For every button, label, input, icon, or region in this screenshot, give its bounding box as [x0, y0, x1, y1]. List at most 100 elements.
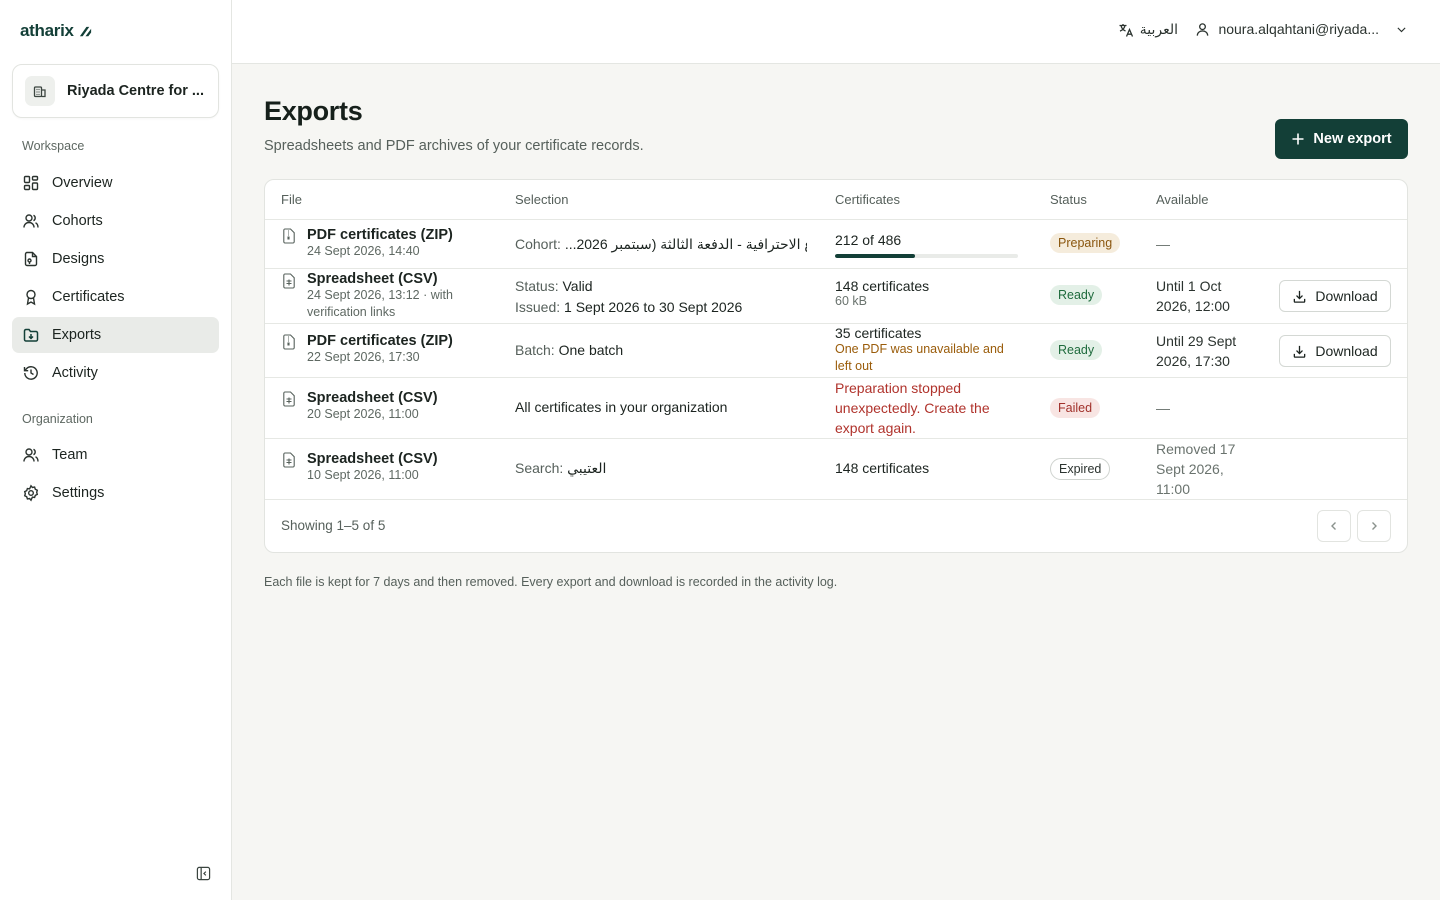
progress-bar: [835, 254, 1018, 258]
sidebar: atharix Riyada Centre for ... Workspace …: [0, 0, 232, 900]
nav-label: Activity: [52, 365, 98, 381]
file-size: 60 kB: [835, 294, 867, 308]
org-name: Riyada Centre for ...: [67, 83, 204, 99]
page-title: Exports: [264, 96, 363, 126]
brand-mark-icon: [79, 26, 91, 36]
download-label: Download: [1315, 343, 1378, 359]
user-email: noura.alqahtani@riyada...: [1218, 21, 1379, 37]
nav-item-overview[interactable]: Overview: [12, 165, 219, 201]
file-meta: 24 Sept 2026, 14:40: [307, 244, 420, 258]
cert-count: 148 certificates: [835, 460, 930, 476]
status-badge: Preparing: [1050, 233, 1121, 253]
file-title: PDF certificates (ZIP): [307, 333, 453, 349]
error-text: Preparation stopped: [835, 380, 962, 396]
next-page-button[interactable]: [1357, 510, 1391, 542]
chevron-left-icon: [1331, 522, 1336, 530]
cert-count: 212 of 486: [835, 232, 902, 248]
nav-label: Certificates: [52, 289, 125, 305]
new-export-label: New export: [1313, 131, 1392, 147]
available: —: [1156, 400, 1170, 416]
nav-label: Overview: [52, 175, 113, 191]
cert-count: 148 certificates: [835, 278, 930, 294]
warning-text: One PDF was unavailable and: [835, 342, 1004, 356]
download-icon: [1294, 290, 1306, 303]
file-title: Spreadsheet (CSV): [307, 451, 438, 467]
progress-fill: [835, 254, 915, 258]
file-meta: 24 Sept 2026, 13:12 · with: [307, 288, 453, 302]
file-title: Spreadsheet (CSV): [307, 390, 438, 406]
table-footer: Showing 1–5 of 5: [265, 500, 1407, 552]
design-icon: [24, 251, 38, 267]
removed-date: Sept 2026,: [1156, 461, 1224, 477]
award-icon: [26, 289, 36, 306]
grid-icon: [23, 175, 39, 191]
table-row: Spreadsheet (CSV) 24 Sept 2026, 13:12 · …: [265, 269, 1407, 324]
status-badge: Ready: [1050, 340, 1103, 360]
previous-page-button[interactable]: [1317, 510, 1351, 542]
nav-label: Exports: [52, 327, 102, 343]
header-selection: Selection: [515, 192, 569, 207]
brand-name: atharix: [20, 21, 74, 40]
brand-logo[interactable]: atharix: [20, 20, 93, 42]
status-badge: Expired: [1050, 458, 1111, 480]
available-until: 2026, 17:30: [1156, 353, 1230, 369]
status-badge: Ready: [1050, 285, 1103, 305]
download-button[interactable]: Download: [1279, 335, 1391, 367]
nav-item-certificates[interactable]: Certificates: [12, 279, 219, 315]
download-icon: [1294, 345, 1306, 358]
history-icon: [23, 366, 38, 380]
nav-label: Cohorts: [52, 213, 103, 229]
available: —: [1156, 236, 1170, 252]
user-menu[interactable]: noura.alqahtani@riyada...: [1195, 21, 1408, 37]
selection-value: ع الاحترافية - الدفعة الثالثة (سبتمبر 20…: [564, 236, 807, 252]
selection-key: Search:: [515, 460, 564, 476]
zip-file-icon: [283, 334, 295, 350]
file-title: Spreadsheet (CSV): [307, 271, 438, 287]
available-until: Until 29 Sept: [1156, 333, 1237, 349]
header-available: Available: [1156, 192, 1209, 207]
selection-key: Status:: [515, 278, 559, 294]
file-meta: 10 Sept 2026, 11:00: [307, 468, 419, 482]
download-button[interactable]: Download: [1279, 280, 1391, 312]
nav-item-settings[interactable]: Settings: [12, 475, 219, 511]
topbar: العربية noura.alqahtani@riyada...: [232, 0, 1440, 64]
removed-date: 11:00: [1156, 481, 1190, 497]
spreadsheet-file-icon: [283, 452, 295, 468]
language-switcher[interactable]: العربية: [1118, 21, 1178, 38]
retention-footnote: Each file is kept for 7 days and then re…: [264, 575, 838, 589]
user-icon: [1197, 22, 1209, 36]
new-export-button[interactable]: New export: [1275, 119, 1408, 159]
translate-icon: [1119, 23, 1133, 37]
building-icon: [25, 76, 55, 106]
exports-table: File Selection Certificates Status Avail…: [264, 179, 1408, 553]
nav-label: Designs: [52, 251, 105, 267]
pagination-summary: Showing 1–5 of 5: [281, 518, 386, 533]
selection-key: Issued:: [515, 299, 561, 315]
language-label: العربية: [1139, 21, 1178, 37]
nav-item-designs[interactable]: Designs: [12, 241, 219, 277]
nav-item-team[interactable]: Team: [12, 437, 219, 473]
table-row: Spreadsheet (CSV) 20 Sept 2026, 11:00 Al…: [265, 378, 1407, 439]
org-switcher[interactable]: Riyada Centre for ...: [12, 64, 219, 118]
collapse-sidebar-button[interactable]: [194, 864, 212, 882]
selection-value: Valid: [562, 278, 593, 294]
header-file: File: [281, 192, 302, 207]
selection-key: Batch:: [515, 342, 555, 358]
plus-icon: [1292, 133, 1304, 145]
file-meta: verification links: [307, 305, 396, 319]
nav-section-organization: Organization: [22, 412, 93, 426]
nav-label: Settings: [52, 485, 105, 501]
download-label: Download: [1315, 288, 1378, 304]
header-certificates: Certificates: [835, 192, 901, 207]
nav-item-exports[interactable]: Exports: [12, 317, 219, 353]
selection-value: العتيبي: [567, 460, 607, 476]
table-row: PDF certificates (ZIP) 22 Sept 2026, 17:…: [265, 324, 1407, 378]
zip-file-icon: [283, 228, 295, 244]
nav-item-cohorts[interactable]: Cohorts: [12, 203, 219, 239]
file-title: PDF certificates (ZIP): [307, 227, 453, 243]
error-text: export again.: [835, 420, 916, 436]
nav-label: Team: [52, 447, 88, 463]
folder-download-icon: [23, 328, 39, 342]
nav-item-activity[interactable]: Activity: [12, 355, 219, 391]
chevron-down-icon: [1397, 26, 1406, 32]
